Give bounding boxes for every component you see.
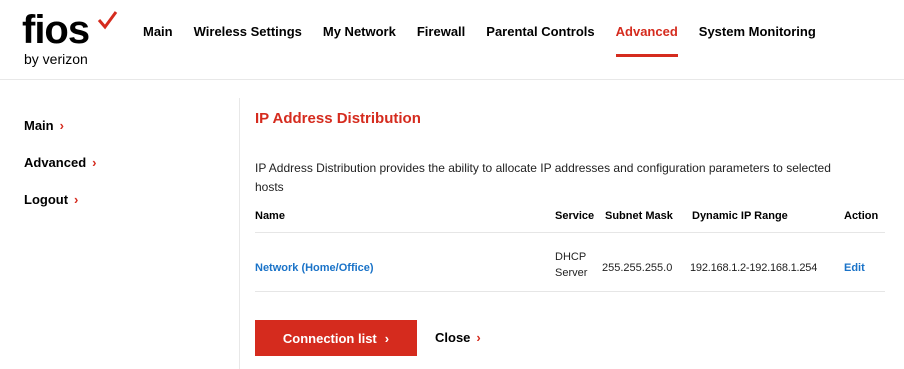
nav-my-network[interactable]: My Network [323, 24, 396, 56]
brand-tagline: by verizon [24, 51, 88, 67]
column-header-service: Service [555, 210, 595, 222]
close-label: Close [435, 330, 471, 345]
column-header-dynamic-ip-range: Dynamic IP Range [692, 210, 788, 222]
connection-list-button[interactable]: Connection list › [255, 320, 417, 356]
top-navigation: Main Wireless Settings My Network Firewa… [143, 24, 837, 57]
chevron-right-icon: › [92, 155, 97, 170]
sidebar-item-logout[interactable]: Logout › [24, 192, 96, 229]
checkmark-icon [97, 11, 118, 30]
sidebar-item-advanced[interactable]: Advanced › [24, 155, 96, 192]
page-description: IP Address Distribution provides the abi… [255, 161, 831, 194]
network-name-link[interactable]: Network (Home/Office) [255, 262, 374, 274]
service-line-2: Server [555, 267, 588, 279]
subnet-mask-cell: 255.255.255.0 [602, 262, 673, 274]
nav-system-monitoring[interactable]: System Monitoring [699, 24, 816, 56]
sidebar-item-label: Logout [24, 192, 69, 207]
nav-parental-controls[interactable]: Parental Controls [486, 24, 594, 56]
nav-advanced[interactable]: Advanced [615, 24, 678, 57]
sidebar: Main › Advanced › Logout › [24, 118, 96, 229]
sidebar-item-label: Advanced [24, 155, 87, 170]
ip-range-cell: 192.168.1.2-192.168.1.254 [690, 262, 818, 274]
nav-wireless-settings[interactable]: Wireless Settings [194, 24, 302, 56]
service-line-1: DHCP [555, 251, 587, 263]
edit-link[interactable]: Edit [844, 262, 865, 274]
chevron-right-icon: › [476, 330, 481, 345]
sidebar-divider [239, 98, 240, 369]
sidebar-item-label: Main [24, 118, 54, 133]
table-divider [255, 291, 885, 292]
chevron-right-icon: › [59, 118, 64, 133]
chevron-right-icon: › [384, 330, 390, 346]
table-divider [255, 232, 885, 233]
header-divider [0, 79, 904, 80]
column-header-action: Action [844, 210, 879, 222]
column-header-name: Name [255, 210, 285, 222]
nav-firewall[interactable]: Firewall [417, 24, 465, 56]
brand-name: fios [22, 8, 90, 52]
sidebar-item-main[interactable]: Main › [24, 118, 96, 155]
page-title: IP Address Distribution [255, 110, 421, 127]
connection-list-label: Connection list [282, 330, 377, 346]
fios-logo: fios by verizon [22, 8, 122, 67]
column-header-subnet-mask: Subnet Mask [605, 210, 673, 222]
nav-main[interactable]: Main [143, 24, 173, 56]
service-cell: DHCP Server [555, 249, 587, 281]
close-link[interactable]: Close › [435, 330, 481, 345]
chevron-right-icon: › [74, 192, 79, 207]
